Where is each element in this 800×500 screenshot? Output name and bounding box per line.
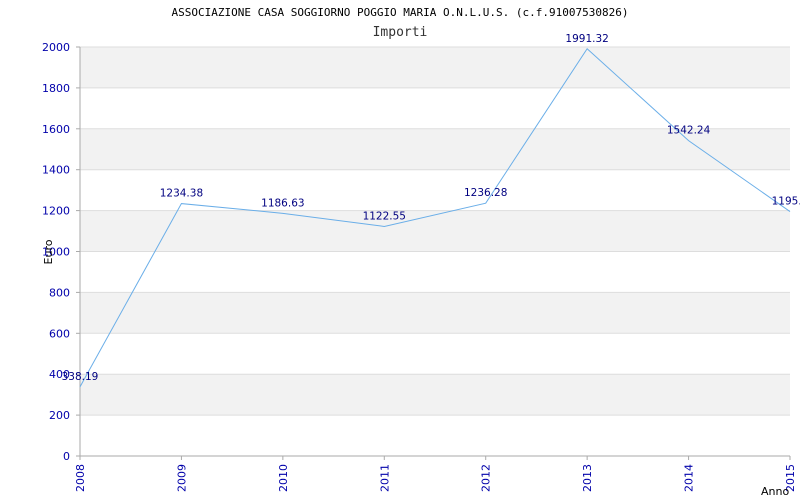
x-axis-label: Anno xyxy=(761,485,789,498)
plot-area: 0200400600800100012001400160018002000200… xyxy=(42,33,800,498)
grid-band xyxy=(80,47,790,88)
x-tick-label: 2012 xyxy=(480,464,493,492)
y-tick-label: 1400 xyxy=(42,164,70,177)
data-label: 1234.38 xyxy=(160,188,203,200)
grid-band xyxy=(80,210,790,252)
y-tick-label: 1600 xyxy=(42,123,70,136)
data-label: 1991.32 xyxy=(565,33,608,45)
x-tick-label: 2008 xyxy=(74,464,87,492)
grid-band xyxy=(80,374,790,416)
y-tick-label: 200 xyxy=(49,409,70,422)
data-label: 1542.24 xyxy=(667,125,711,137)
x-tick-label: 2013 xyxy=(581,464,594,492)
x-tick-label: 2009 xyxy=(175,464,188,492)
x-tick-label: 2010 xyxy=(277,464,290,492)
y-tick-label: 1800 xyxy=(42,82,70,95)
grid-band xyxy=(80,292,790,334)
y-axis-label: Euro xyxy=(42,239,55,264)
x-tick-label: 2014 xyxy=(683,464,696,492)
data-label: 1236.28 xyxy=(464,187,507,199)
data-label: 1195.3 xyxy=(772,196,800,208)
y-tick-label: 800 xyxy=(49,286,70,299)
data-label: 338.19 xyxy=(62,371,99,383)
data-label: 1122.55 xyxy=(363,210,406,222)
y-tick-label: 2000 xyxy=(42,41,70,54)
x-tick-label: 2011 xyxy=(378,464,391,492)
data-label: 1186.63 xyxy=(261,197,304,209)
y-tick-label: 600 xyxy=(49,327,70,340)
chart: ASSOCIAZIONE CASA SOGGIORNO POGGIO MARIA… xyxy=(0,0,800,500)
y-tick-label: 1200 xyxy=(42,205,70,218)
y-tick-label: 0 xyxy=(63,450,70,463)
